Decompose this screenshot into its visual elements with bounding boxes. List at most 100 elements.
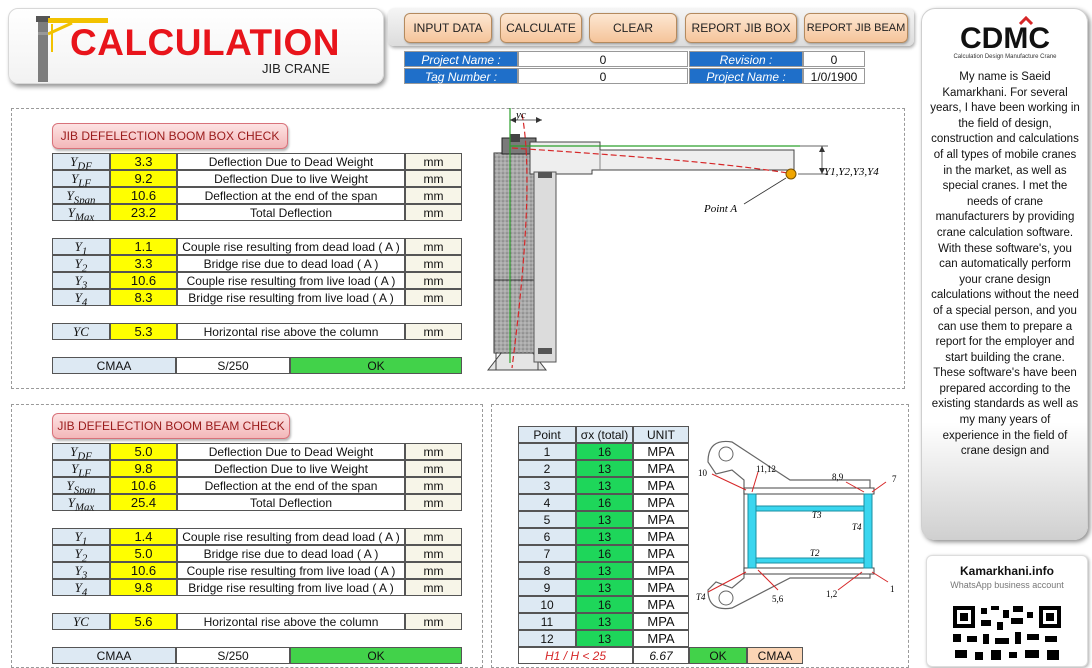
cdmc-logo-icon: CDMC Calculation Design Manufacture Cran…	[953, 16, 1057, 60]
header-sigma: σx (total)	[576, 426, 633, 443]
point-cell: 12	[518, 630, 576, 647]
beam-row-yc: YC 5.6 Horizontal rise above the column …	[52, 613, 462, 630]
unit-cell: mm	[405, 443, 462, 460]
box-row-y1: Y1 1.1 Couple rise resulting from dead l…	[52, 238, 462, 258]
label-10: 10	[698, 468, 708, 478]
unit-cell: MPA	[633, 443, 689, 460]
stress-value-cell: 13	[576, 511, 633, 528]
stress-value-cell: 16	[576, 596, 633, 613]
description-cell: Total Deflection	[177, 204, 405, 221]
value-cell[interactable]: 9.8	[110, 579, 177, 596]
symbol-cell: YLF	[52, 460, 110, 480]
point-cell: 8	[518, 562, 576, 579]
description-cell: Deflection at the end of the span	[177, 187, 405, 204]
qr-code-icon[interactable]	[951, 604, 1063, 664]
cmaa-ratio: S/250	[176, 647, 290, 664]
stress-value-cell: 16	[576, 443, 633, 460]
h-ratio-status: OK	[689, 647, 747, 664]
box-row-ymax: YMax 23.2 Total Deflection mm	[52, 204, 462, 224]
contact-card: Kamarkhani.info WhatsApp business accoun…	[926, 555, 1088, 667]
label-8-9: 8,9	[832, 472, 844, 482]
unit-cell: MPA	[633, 630, 689, 647]
report-jib-box-button[interactable]: REPORT JIB BOX	[685, 13, 797, 43]
project-name2-label: Project Name :	[689, 68, 803, 84]
value-cell[interactable]: 10.6	[110, 477, 177, 494]
value-cell[interactable]: 23.2	[110, 204, 177, 221]
stress-value-cell: 16	[576, 494, 633, 511]
label-t4-left: T4	[696, 592, 706, 602]
author-bio: My name is Saeid Kamarkhani. For several…	[930, 71, 1080, 458]
unit-cell: mm	[405, 494, 462, 511]
point-cell: 11	[518, 613, 576, 630]
label-t3: T3	[812, 510, 822, 520]
project-name-value[interactable]: 0	[518, 51, 688, 67]
page-title: CALCULATION	[70, 22, 340, 63]
revision-value[interactable]: 0	[803, 51, 865, 67]
unit-cell: mm	[405, 238, 462, 255]
value-cell[interactable]: 3.3	[110, 153, 177, 170]
symbol-cell: Y4	[52, 289, 110, 309]
stress-value-cell: 16	[576, 545, 633, 562]
clear-button[interactable]: CLEAR	[589, 13, 677, 43]
value-cell[interactable]: 10.6	[110, 272, 177, 289]
point-cell: 7	[518, 545, 576, 562]
project-name2-value[interactable]: 1/0/1900	[803, 68, 865, 84]
point-cell: 6	[518, 528, 576, 545]
description-cell: Bridge rise due to dead load ( A )	[177, 255, 405, 272]
symbol-cell: YDF	[52, 153, 110, 173]
value-cell[interactable]: 3.3	[110, 255, 177, 272]
value-cell[interactable]: 8.3	[110, 289, 177, 306]
unit-cell: MPA	[633, 477, 689, 494]
point-cell: 5	[518, 511, 576, 528]
value-cell[interactable]: 5.6	[110, 613, 177, 630]
description-cell: Total Deflection	[177, 494, 405, 511]
unit-cell: mm	[405, 562, 462, 579]
unit-cell: mm	[405, 204, 462, 221]
symbol-cell: YSpan	[52, 187, 110, 207]
description-cell: Deflection Due to live Weight	[177, 170, 405, 187]
unit-cell: MPA	[633, 579, 689, 596]
logo-text: CDMC	[960, 22, 1050, 55]
unit-cell: MPA	[633, 613, 689, 630]
jib-deflection-diagram: yc Y1,Y2,Y3,Y4 Point A	[486, 108, 879, 371]
description-cell: Couple rise resulting from dead load ( A…	[177, 528, 405, 545]
unit-cell: mm	[405, 255, 462, 272]
value-cell[interactable]: 9.8	[110, 460, 177, 477]
point-cell: 9	[518, 579, 576, 596]
point-a-label: Point A	[703, 203, 737, 215]
website-link[interactable]: Kamarkhani.info	[927, 564, 1087, 578]
description-cell: Bridge rise resulting from live load ( A…	[177, 289, 405, 306]
value-cell[interactable]: 5.0	[110, 443, 177, 460]
value-cell[interactable]: 5.3	[110, 323, 177, 340]
symbol-cell: YC	[52, 613, 110, 630]
value-cell[interactable]: 10.6	[110, 562, 177, 579]
description-cell: Deflection at the end of the span	[177, 477, 405, 494]
stress-value-cell: 13	[576, 630, 633, 647]
report-jib-beam-button[interactable]: REPORT JIB BEAM	[804, 13, 908, 43]
unit-cell: mm	[405, 579, 462, 596]
calculate-button[interactable]: CALCULATE	[500, 13, 582, 43]
description-cell: Deflection Due to live Weight	[177, 460, 405, 477]
description-cell: Couple rise resulting from live load ( A…	[177, 562, 405, 579]
value-cell[interactable]: 10.6	[110, 187, 177, 204]
unit-cell: mm	[405, 272, 462, 289]
value-cell[interactable]: 25.4	[110, 494, 177, 511]
cmaa-label: CMAA	[52, 357, 176, 374]
value-cell[interactable]: 5.0	[110, 545, 177, 562]
unit-cell: mm	[405, 170, 462, 187]
project-name-label: Project Name :	[404, 51, 518, 67]
input-data-button[interactable]: INPUT DATA	[404, 13, 492, 43]
value-cell[interactable]: 1.1	[110, 238, 177, 255]
description-cell: Deflection Due to Dead Weight	[177, 153, 405, 170]
value-cell[interactable]: 1.4	[110, 528, 177, 545]
tag-number-value[interactable]: 0	[518, 68, 688, 84]
unit-cell: MPA	[633, 545, 689, 562]
unit-cell: mm	[405, 528, 462, 545]
value-cell[interactable]: 9.2	[110, 170, 177, 187]
box-row-y3: Y3 10.6 Couple rise resulting from live …	[52, 272, 462, 292]
description-cell: Horizontal rise above the column	[177, 323, 405, 340]
beam-row-y4: Y4 9.8 Bridge rise resulting from live l…	[52, 579, 462, 599]
tag-number-label: Tag Number :	[404, 68, 518, 84]
header-unit: UNIT	[633, 426, 689, 443]
symbol-cell: YMax	[52, 204, 110, 224]
